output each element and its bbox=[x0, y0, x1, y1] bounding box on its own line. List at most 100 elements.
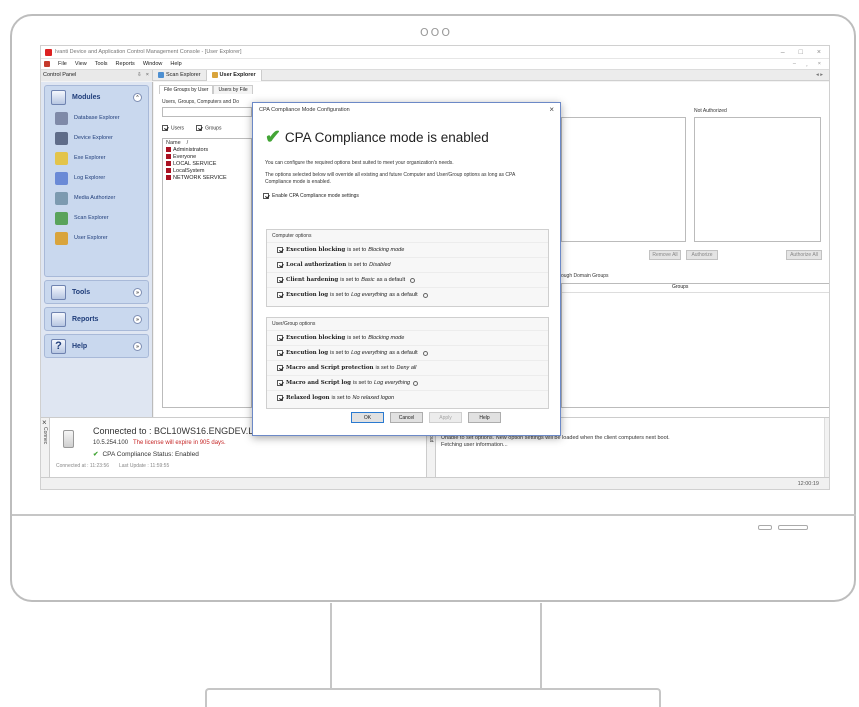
menu-reports[interactable]: Reports bbox=[116, 61, 135, 67]
mdi-restore-button[interactable]: ¸ bbox=[806, 61, 808, 67]
option-row[interactable]: Macro and Script protection is set to Deny… bbox=[267, 360, 548, 375]
search-input[interactable] bbox=[162, 107, 252, 117]
users-checkbox[interactable]: Users bbox=[162, 125, 184, 131]
user-row[interactable]: LOCAL SERVICE bbox=[163, 160, 251, 167]
option-row[interactable]: Execution blocking is set to Blocking mode bbox=[267, 330, 548, 345]
tab-file-groups-by-user[interactable]: File Groups by User bbox=[159, 85, 214, 94]
groups-column-header[interactable]: Groups bbox=[562, 284, 829, 293]
tab-nav-arrows[interactable]: ◂ ▸ bbox=[816, 72, 829, 78]
mdi-minimize-button[interactable]: – bbox=[793, 61, 796, 67]
remove-all-button[interactable]: Remove All bbox=[649, 250, 681, 260]
computer-options-title: Computer options bbox=[272, 233, 312, 239]
maximize-button[interactable]: □ bbox=[799, 49, 803, 56]
expand-icon[interactable]: » bbox=[133, 314, 142, 324]
cancel-button[interactable]: Cancel bbox=[390, 412, 423, 423]
pin-icon[interactable]: ⇩ bbox=[137, 72, 142, 78]
modules-label: Modules bbox=[72, 93, 101, 101]
menu-help[interactable]: Help bbox=[170, 61, 181, 67]
close-window-button[interactable]: × bbox=[817, 49, 821, 56]
media-icon bbox=[55, 191, 68, 205]
enable-checkbox-box[interactable] bbox=[263, 193, 269, 199]
menu-view[interactable]: View bbox=[75, 61, 87, 67]
name-column-header[interactable]: Name / bbox=[163, 139, 251, 146]
dialog-close-icon[interactable]: × bbox=[549, 105, 560, 114]
module-item[interactable]: Database Explorer bbox=[45, 108, 148, 128]
option-value: Log everything bbox=[351, 292, 388, 298]
search-label: Users, Groups, Computers and Do bbox=[162, 99, 239, 105]
option-row[interactable]: Execution log is set to Log everything as a… bbox=[267, 345, 548, 360]
tab-users-by-file[interactable]: Users by File bbox=[213, 85, 253, 94]
desktop-stage: OOO Ivanti Device and Application Contro… bbox=[0, 0, 859, 707]
groups-checkbox[interactable]: Groups bbox=[196, 125, 221, 131]
info-icon[interactable] bbox=[422, 292, 428, 298]
tab-scan-explorer[interactable]: Scan Explorer bbox=[153, 69, 207, 81]
option-row[interactable]: Macro and Script log is set to Log everyth… bbox=[267, 375, 548, 390]
menu-window[interactable]: Window bbox=[143, 61, 163, 67]
option-value: Disabled bbox=[369, 262, 391, 268]
option-checkbox[interactable] bbox=[277, 395, 283, 401]
help-button[interactable]: Help bbox=[468, 412, 501, 423]
user-row[interactable]: NETWORK SERVICE bbox=[163, 174, 251, 181]
option-checkbox[interactable] bbox=[277, 380, 283, 386]
collapse-icon[interactable]: ⌃ bbox=[133, 92, 142, 102]
expand-icon[interactable]: » bbox=[133, 341, 142, 351]
apply-button[interactable]: Apply bbox=[429, 412, 462, 423]
info-icon[interactable] bbox=[422, 350, 428, 356]
help-section[interactable]: ? Help » bbox=[44, 334, 149, 358]
modules-header[interactable]: Modules ⌃ bbox=[45, 86, 148, 108]
user-name: LOCAL SERVICE bbox=[173, 160, 217, 167]
option-checkbox[interactable] bbox=[277, 335, 283, 341]
control-panel-close-icon[interactable]: × bbox=[146, 72, 149, 78]
option-checkbox[interactable] bbox=[277, 292, 283, 298]
minimize-button[interactable]: – bbox=[781, 49, 785, 56]
tab-user-explorer[interactable]: User Explorer bbox=[206, 69, 262, 81]
option-row[interactable]: Execution blocking is set to Blocking mode bbox=[267, 242, 548, 257]
option-row[interactable]: Client hardening is set to Basic as a defau… bbox=[267, 272, 548, 287]
authorize-button[interactable]: Authorize bbox=[686, 250, 718, 260]
expand-icon[interactable]: » bbox=[133, 287, 142, 297]
mdi-close-button[interactable]: × bbox=[818, 61, 821, 67]
option-checkbox[interactable] bbox=[277, 262, 283, 268]
tools-section[interactable]: Tools » bbox=[44, 280, 149, 304]
module-label: Log Explorer bbox=[74, 175, 106, 181]
authorize-all-button[interactable]: Authorize All bbox=[786, 250, 822, 260]
modules-panel: Modules ⌃ Database Explorer Device Explor… bbox=[44, 85, 149, 277]
menu-tools[interactable]: Tools bbox=[95, 61, 108, 67]
module-item[interactable]: Exe Explorer bbox=[45, 148, 148, 168]
option-checkbox[interactable] bbox=[277, 365, 283, 371]
connection-vertical-tab[interactable]: × Connec bbox=[41, 418, 50, 478]
info-icon[interactable] bbox=[410, 277, 416, 283]
option-connector: is set to bbox=[331, 395, 351, 401]
menu-app-icon bbox=[44, 61, 50, 67]
module-item[interactable]: Device Explorer bbox=[45, 128, 148, 148]
user-row[interactable]: Everyone bbox=[163, 153, 251, 160]
module-label: Media Authorizer bbox=[74, 195, 116, 201]
output-scrollbar[interactable] bbox=[824, 418, 829, 478]
option-row[interactable]: Local authorization is set to Disabled bbox=[267, 257, 548, 272]
users-icon bbox=[211, 72, 218, 78]
control-panel: Modules ⌃ Database Explorer Device Explor… bbox=[41, 82, 153, 417]
module-item[interactable]: Log Explorer bbox=[45, 168, 148, 188]
option-checkbox[interactable] bbox=[277, 247, 283, 253]
user-row[interactable]: Administrators bbox=[163, 146, 251, 153]
module-item[interactable]: Media Authorizer bbox=[45, 188, 148, 208]
option-row[interactable]: Relaxed logon is set to No relaxed logon bbox=[267, 390, 548, 405]
ok-button[interactable]: OK bbox=[351, 412, 384, 423]
reports-label: Reports bbox=[72, 315, 99, 323]
module-item[interactable]: Scan Explorer bbox=[45, 208, 148, 228]
option-connector: is set to bbox=[375, 365, 395, 371]
module-label: Exe Explorer bbox=[74, 155, 106, 161]
reports-section[interactable]: Reports » bbox=[44, 307, 149, 331]
option-row[interactable]: Execution log is set to Log everything as a… bbox=[267, 287, 548, 302]
option-connector: is set to bbox=[347, 335, 367, 341]
module-item[interactable]: User Explorer bbox=[45, 228, 148, 248]
close-pane-icon[interactable]: × bbox=[41, 418, 49, 427]
enable-cpa-checkbox[interactable]: Enable CPA Compliance mode settings bbox=[263, 193, 560, 199]
menu-file[interactable]: File bbox=[58, 61, 67, 67]
monitor-neck bbox=[330, 603, 542, 689]
option-checkbox[interactable] bbox=[277, 277, 283, 283]
connected-at: Connected at : 11:23:56 bbox=[56, 463, 110, 469]
info-icon[interactable] bbox=[413, 380, 419, 386]
user-row[interactable]: LocalSystem bbox=[163, 167, 251, 174]
option-checkbox[interactable] bbox=[277, 350, 283, 356]
